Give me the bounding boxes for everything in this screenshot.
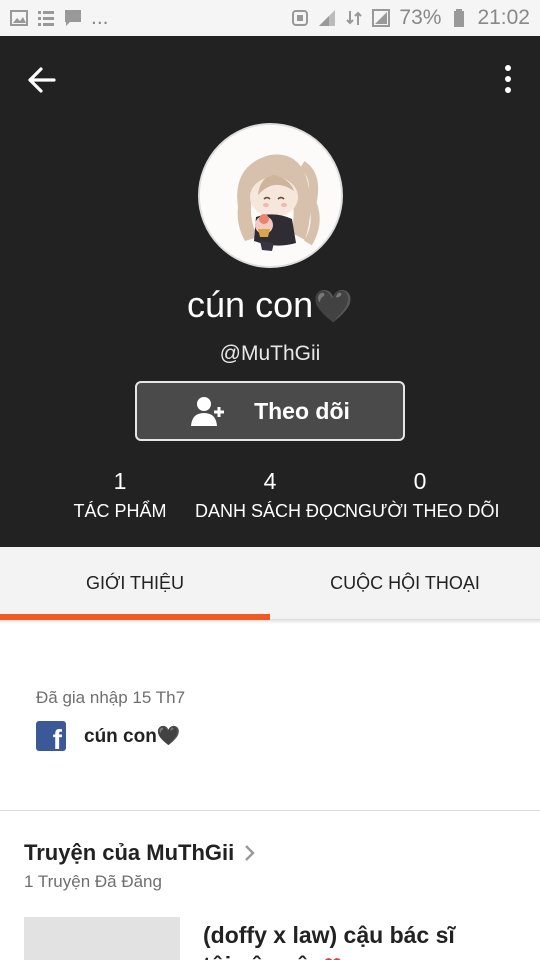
battery-percent: 73% xyxy=(399,6,442,29)
data-transfer-icon xyxy=(346,11,363,25)
stat-works-label: TÁC PHẨM xyxy=(73,501,167,521)
follow-button-label: Theo dõi xyxy=(254,397,350,424)
story-title-line2: tôi yêu cậu xyxy=(203,952,323,960)
overflow-dots: ... xyxy=(91,6,109,29)
stat-followers-value: 0 xyxy=(413,468,427,494)
sync-icon xyxy=(292,10,309,26)
stories-title: Truyện của MuThGii xyxy=(24,840,235,865)
follow-button[interactable]: Theo dõi xyxy=(135,381,405,441)
back-button[interactable] xyxy=(22,62,62,98)
stat-reading-lists-value: 4 xyxy=(263,468,277,494)
chevron-right-icon xyxy=(245,845,255,861)
facebook-name-text: cún con xyxy=(84,726,157,747)
joined-date: Đã gia nhập 15 Th7 xyxy=(36,688,186,707)
story-title-line1: (doffy x law) cậu bác sĩ xyxy=(203,922,455,948)
stat-works-value: 1 xyxy=(113,468,127,494)
chat-icon xyxy=(65,10,81,26)
tab-conversations[interactable]: CUỘC HỘI THOẠI xyxy=(270,547,540,619)
stat-followers-label: NGƯỜI THEO DÕI xyxy=(345,501,500,521)
dot xyxy=(505,65,511,71)
stories-header[interactable]: Truyện của MuThGii xyxy=(24,840,256,866)
status-bar-right: 73% 21:02 xyxy=(291,6,530,30)
add-user-icon xyxy=(191,397,225,426)
stat-reading-lists-label: DANH SÁCH ĐỌC xyxy=(195,501,347,521)
story-title-line2-wrap: tôi yêu cậu❤ xyxy=(203,950,503,960)
arrow-left-icon xyxy=(28,67,56,93)
facebook-link[interactable]: f cún con🖤 xyxy=(36,721,181,751)
status-bar-left: ... xyxy=(10,6,109,30)
stat-works[interactable]: 1 TÁC PHẨM xyxy=(60,468,180,522)
story-cover[interactable] xyxy=(24,917,180,960)
image-icon xyxy=(10,10,28,26)
section-divider xyxy=(0,810,540,811)
clock: 21:02 xyxy=(477,6,530,29)
display-name: cún con🖤 xyxy=(0,284,540,326)
list-icon xyxy=(38,11,54,26)
stories-count: 1 Truyện Đã Đăng xyxy=(24,872,162,891)
dot xyxy=(505,76,511,82)
story-title[interactable]: (doffy x law) cậu bác sĩ tôi yêu cậu❤ xyxy=(203,920,503,960)
tab-about[interactable]: GIỚI THIỆU xyxy=(0,547,270,620)
tab-shadow xyxy=(0,620,540,624)
facebook-name: cún con🖤 xyxy=(84,724,181,748)
avatar[interactable] xyxy=(198,123,343,268)
more-options-button[interactable] xyxy=(496,62,520,96)
signal-bars-icon xyxy=(372,9,391,27)
profile-tabs: GIỚI THIỆU CUỘC HỘI THOẠI xyxy=(0,547,540,620)
stat-reading-lists[interactable]: 4 DANH SÁCH ĐỌC xyxy=(195,468,347,522)
avatar-illustration xyxy=(200,125,341,266)
display-name-text: cún con xyxy=(187,284,314,325)
black-heart-icon: 🖤 xyxy=(156,726,181,747)
signal-icon xyxy=(319,10,336,26)
red-heart-icon: ❤ xyxy=(323,952,342,960)
facebook-icon: f xyxy=(36,721,66,751)
battery-icon xyxy=(454,9,465,27)
stat-followers[interactable]: 0 NGƯỜI THEO DÕI xyxy=(345,468,500,522)
profile-header: cún con🖤 @MuThGii Theo dõi 1 TÁC PHẨM 4 … xyxy=(0,36,540,547)
username: @MuThGii xyxy=(219,342,321,365)
profile-stats: 1 TÁC PHẨM 4 DANH SÁCH ĐỌC 0 NGƯỜI THEO … xyxy=(0,468,540,528)
dot xyxy=(505,87,511,93)
black-heart-icon: 🖤 xyxy=(313,288,353,324)
status-bar: ... 73% 21:02 xyxy=(0,0,540,36)
